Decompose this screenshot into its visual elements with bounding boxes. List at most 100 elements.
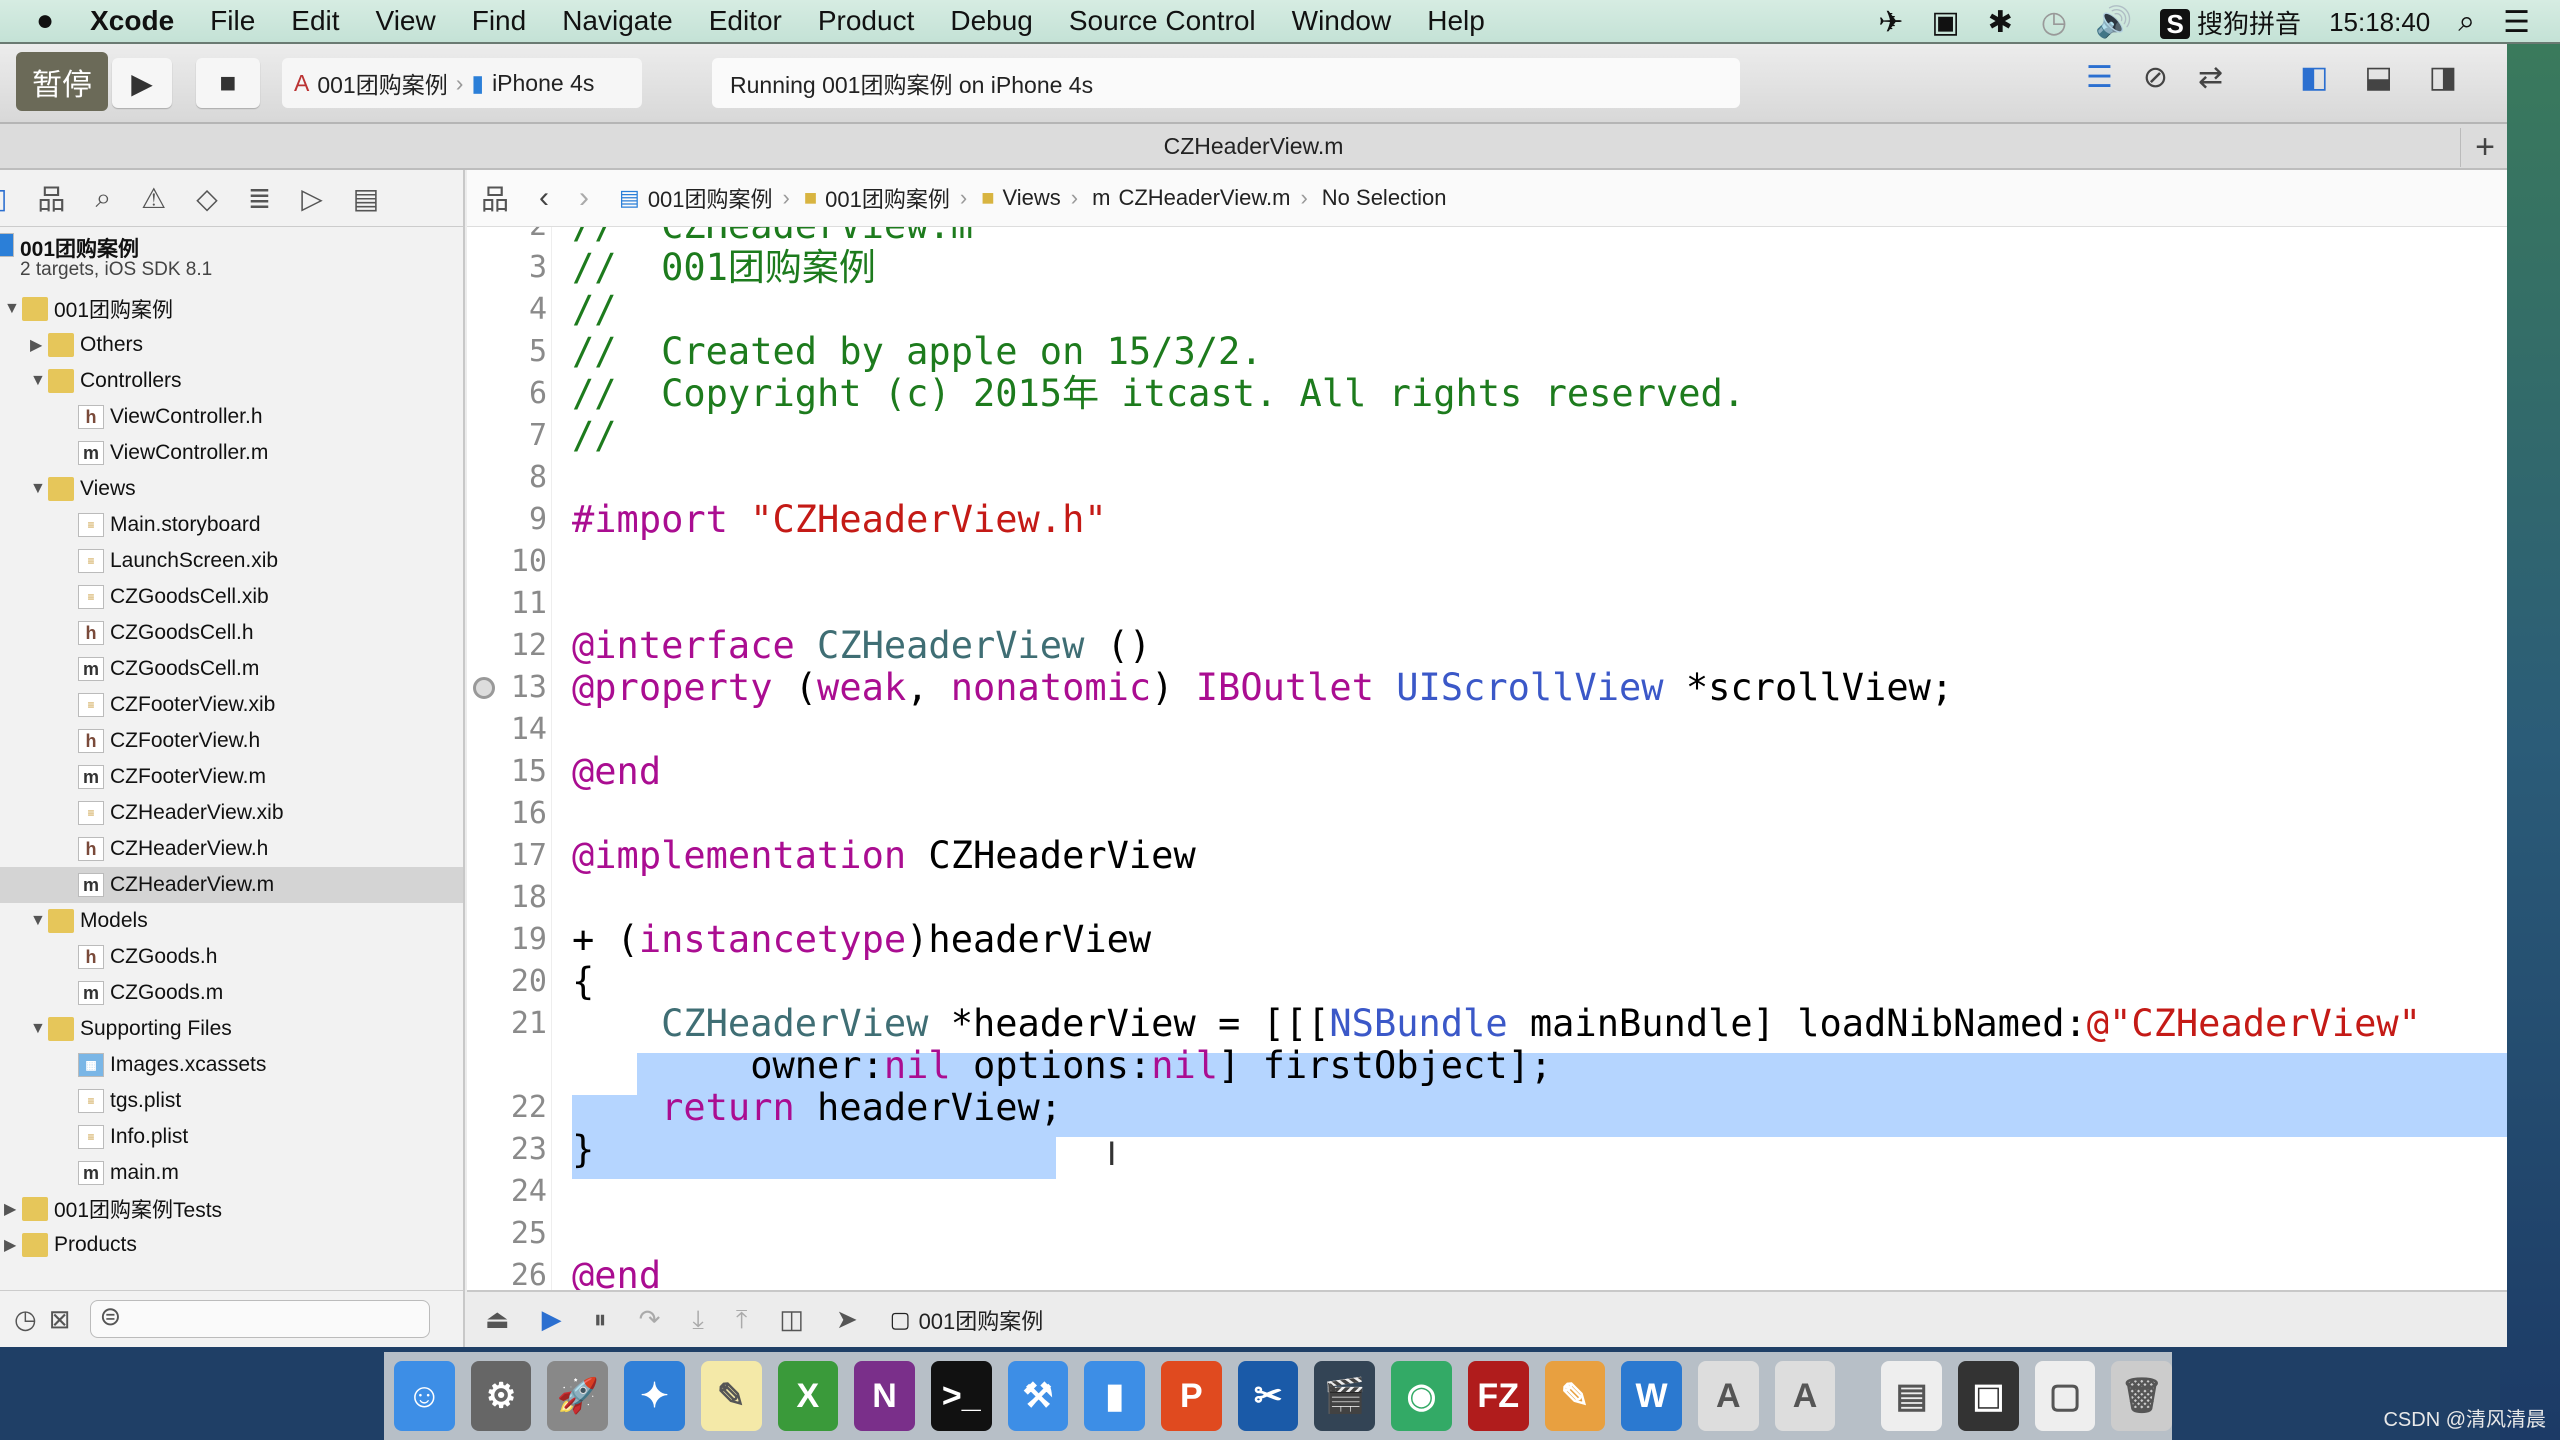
- tree-item[interactable]: m CZGoods.m: [0, 975, 463, 1011]
- disclosure-triangle-icon[interactable]: ▼: [30, 372, 46, 390]
- step-over-icon[interactable]: ↷: [639, 1304, 661, 1335]
- tree-item[interactable]: ▶ Others: [0, 327, 463, 363]
- code-line[interactable]: 19 + (instancetype)headerView: [467, 919, 2507, 961]
- add-tab-button[interactable]: +: [2460, 128, 2495, 167]
- code-line[interactable]: 22 return headerView;: [467, 1087, 2507, 1129]
- standard-editor-icon[interactable]: ☰: [2086, 60, 2113, 95]
- code-line[interactable]: 9 #import "CZHeaderView.h": [467, 499, 2507, 541]
- step-out-icon[interactable]: ⤒: [736, 1304, 748, 1336]
- code-line[interactable]: 8: [467, 457, 2507, 499]
- dock-onenote-icon[interactable]: N: [854, 1361, 915, 1431]
- bluetooth-icon[interactable]: ✱: [1988, 5, 2013, 40]
- code-line[interactable]: 10: [467, 541, 2507, 583]
- dock-instruments-icon[interactable]: ✎: [1544, 1361, 1606, 1431]
- disclosure-triangle-icon[interactable]: ▼: [4, 300, 20, 318]
- project-root[interactable]: 001团购案例 2 targets, iOS SDK 8.1: [0, 227, 463, 289]
- tree-item[interactable]: ▶ Products: [0, 1227, 463, 1263]
- tree-item[interactable]: ▼ Supporting Files: [0, 1011, 463, 1047]
- code-line[interactable]: 13 @property (weak, nonatomic) IBOutlet U…: [467, 667, 2507, 709]
- dock-powerpoint-icon[interactable]: P: [1161, 1361, 1222, 1431]
- menu-app-xcode[interactable]: Xcode: [90, 5, 174, 37]
- dock-xcode-doc-1-icon[interactable]: A: [1697, 1361, 1759, 1431]
- tree-item[interactable]: ≡ CZHeaderView.xib: [0, 795, 463, 831]
- code-line[interactable]: 2 // CZHeaderView.m: [467, 227, 2507, 247]
- apple-menu-icon[interactable]: ●: [36, 4, 54, 38]
- related-items-icon[interactable]: 品: [481, 178, 509, 218]
- disclosure-triangle-icon[interactable]: ▼: [30, 1020, 46, 1038]
- airplane-icon[interactable]: ✈: [1878, 5, 1903, 40]
- pause-continue-icon[interactable]: ⏸: [594, 1304, 607, 1336]
- breakpoint-icon[interactable]: [473, 677, 495, 699]
- version-editor-icon[interactable]: ⇄: [2198, 60, 2223, 95]
- dock-trash-icon[interactable]: 🗑: [2111, 1361, 2173, 1431]
- dock-filezilla-icon[interactable]: FZ: [1467, 1361, 1529, 1431]
- filter-input[interactable]: ⊜: [90, 1300, 431, 1338]
- tree-item[interactable]: h ViewController.h: [0, 399, 463, 435]
- menu-debug[interactable]: Debug: [950, 5, 1033, 37]
- dock-notes-icon[interactable]: ✎: [700, 1361, 762, 1431]
- code-line[interactable]: 15 @end: [467, 751, 2507, 793]
- dock-system-preferences-icon[interactable]: ⚙: [470, 1361, 532, 1431]
- disclosure-triangle-icon[interactable]: ▶: [4, 1235, 16, 1255]
- tree-item[interactable]: h CZFooterView.h: [0, 723, 463, 759]
- tree-item[interactable]: h CZGoods.h: [0, 939, 463, 975]
- issue-navigator-icon[interactable]: ⚠: [141, 182, 166, 215]
- code-line[interactable]: 3 // 001团购案例: [467, 247, 2507, 289]
- step-into-icon[interactable]: ⤓: [692, 1304, 704, 1336]
- assistant-editor-icon[interactable]: ⊘: [2143, 60, 2168, 95]
- code-line[interactable]: 23}: [467, 1129, 2507, 1171]
- volume-icon[interactable]: 🔊: [2095, 5, 2132, 40]
- code-line[interactable]: 16: [467, 793, 2507, 835]
- find-navigator-icon[interactable]: ⌕: [95, 182, 111, 215]
- spotlight-search-icon[interactable]: ⌕: [2458, 5, 2475, 39]
- tree-item[interactable]: ≡ LaunchScreen.xib: [0, 543, 463, 579]
- notification-center-icon[interactable]: ☰: [2503, 5, 2530, 40]
- tree-item[interactable]: ▦ Images.xcassets: [0, 1047, 463, 1083]
- dock-xcode-folder-icon[interactable]: ⚒: [1007, 1361, 1069, 1431]
- source-control-filter-icon[interactable]: ⊠: [49, 1304, 71, 1335]
- code-area[interactable]: I 2// CZHeaderView.m3// 001团购案例4//5// Cr…: [467, 227, 2507, 1290]
- disclosure-triangle-icon[interactable]: ▶: [30, 335, 42, 355]
- tree-item[interactable]: ≡ tgs.plist: [0, 1083, 463, 1119]
- view-hierarchy-icon[interactable]: ◫: [779, 1304, 804, 1335]
- breakpoints-toggle-icon[interactable]: ▶: [542, 1304, 562, 1335]
- menu-view[interactable]: View: [376, 5, 436, 37]
- tree-item[interactable]: ▶ 001团购案例Tests: [0, 1191, 463, 1227]
- forward-button[interactable]: ›: [579, 181, 589, 215]
- ime-menu[interactable]: S 搜狗拼音: [2160, 4, 2301, 41]
- tab-czheaderview-m[interactable]: CZHeaderView.m: [1164, 133, 1344, 160]
- dock-snipping-icon[interactable]: ✂: [1237, 1361, 1299, 1431]
- code-line[interactable]: 7 //: [467, 415, 2507, 457]
- code-line[interactable]: 20 {: [467, 961, 2507, 1003]
- tree-item[interactable]: ≡ CZFooterView.xib: [0, 687, 463, 723]
- menu-help[interactable]: Help: [1427, 5, 1485, 37]
- code-line[interactable]: 4 //: [467, 289, 2507, 331]
- back-button[interactable]: ‹: [539, 181, 549, 215]
- dock-terminal-icon[interactable]: >_: [930, 1361, 992, 1431]
- breakpoint-navigator-icon[interactable]: ▷: [301, 182, 323, 215]
- test-navigator-icon[interactable]: ◇: [196, 182, 218, 215]
- tree-item[interactable]: ≡ Main.storyboard: [0, 507, 463, 543]
- jump-views[interactable]: ■ Views: [981, 185, 1061, 211]
- jump-file[interactable]: m CZHeaderView.m: [1092, 185, 1290, 211]
- toggle-debug-area-icon[interactable]: ⬓: [2364, 60, 2392, 95]
- stop-button[interactable]: ■: [196, 58, 260, 108]
- tree-item[interactable]: m CZGoodsCell.m: [0, 651, 463, 687]
- jump-symbol[interactable]: No Selection: [1322, 185, 1447, 211]
- clock[interactable]: 15:18:40: [2329, 7, 2430, 38]
- simulate-location-icon[interactable]: ➤: [836, 1304, 858, 1335]
- tree-item[interactable]: m CZHeaderView.m: [0, 867, 463, 903]
- dock-finder-icon[interactable]: ☺: [394, 1361, 455, 1431]
- tree-item[interactable]: m ViewController.m: [0, 435, 463, 471]
- dock-folder-icon[interactable]: ▮: [1084, 1361, 1146, 1431]
- dock-safari-icon[interactable]: ✦: [624, 1361, 685, 1431]
- recent-files-icon[interactable]: ◷: [14, 1304, 37, 1335]
- pause-button[interactable]: 暂停: [16, 52, 108, 111]
- code-line[interactable]: 24: [467, 1171, 2507, 1213]
- toggle-navigator-icon[interactable]: ◧: [2300, 60, 2328, 95]
- code-line[interactable]: owner:nil options:nil] firstObject];: [467, 1045, 2507, 1087]
- run-button[interactable]: ▶: [112, 58, 172, 108]
- code-line[interactable]: 14: [467, 709, 2507, 751]
- dock-stack-1-icon[interactable]: ▤: [1881, 1361, 1943, 1431]
- menu-editor[interactable]: Editor: [709, 5, 782, 37]
